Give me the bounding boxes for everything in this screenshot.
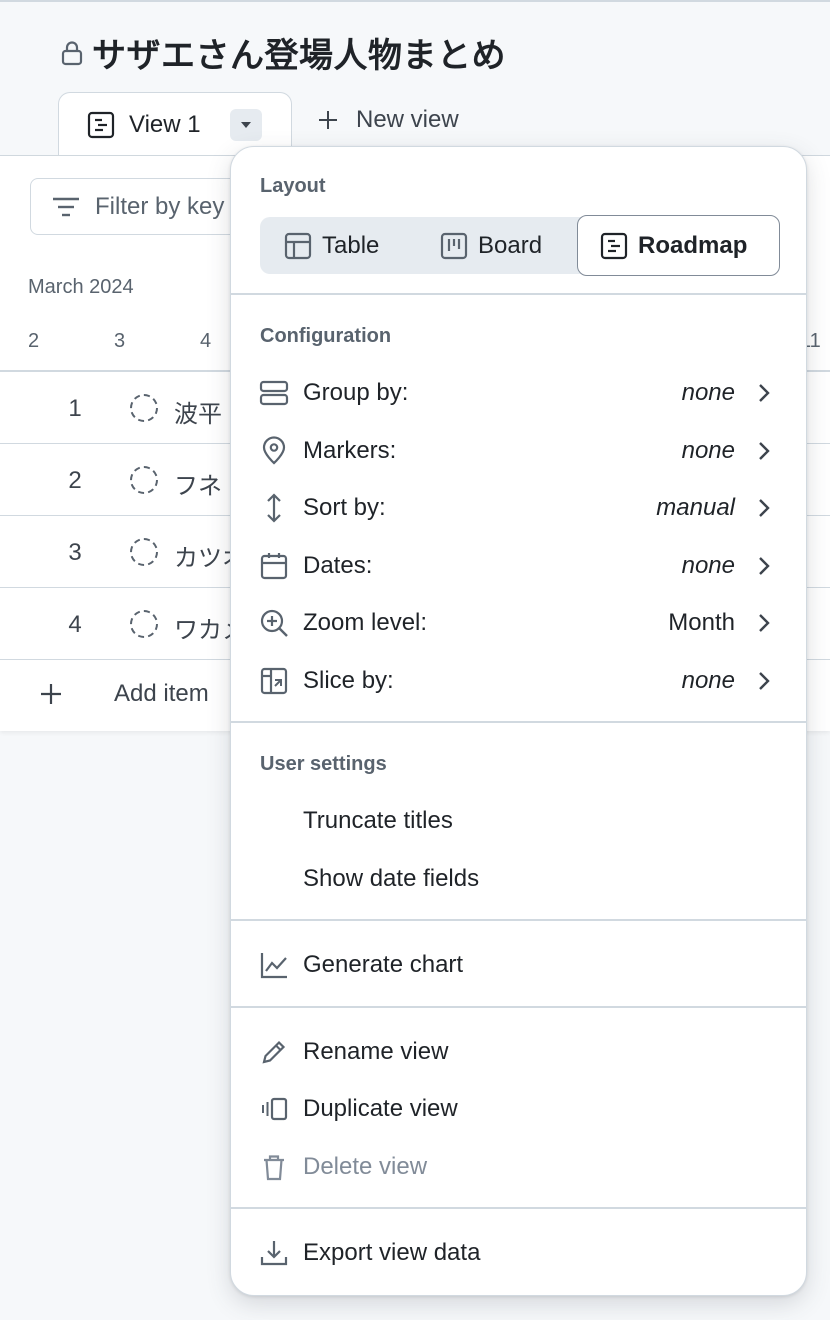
- layout-option-roadmap[interactable]: Roadmap: [577, 215, 780, 276]
- board-icon: [440, 232, 468, 259]
- layout-option-board[interactable]: Board: [440, 217, 542, 274]
- draft-status-icon: [130, 610, 158, 638]
- layout-option-label: Table: [322, 231, 380, 259]
- layout-option-label: Board: [478, 231, 543, 259]
- menu-divider: [231, 293, 806, 295]
- group-by-item[interactable]: Group by: none: [259, 371, 779, 415]
- day-label: 3: [114, 330, 126, 352]
- menu-divider: [231, 721, 806, 723]
- configuration-header: Configuration: [260, 325, 392, 347]
- slice-icon: [259, 666, 289, 696]
- trash-icon: [259, 1152, 289, 1182]
- user-settings-header: User settings: [260, 753, 387, 775]
- duplicate-icon: [259, 1094, 289, 1124]
- location-pin-icon: [259, 436, 289, 466]
- layout-option-table[interactable]: Table: [284, 217, 379, 274]
- duplicate-view-label: Duplicate view: [303, 1095, 458, 1122]
- chevron-right-icon: [759, 499, 770, 517]
- row-number: 2: [68, 467, 82, 494]
- row-title[interactable]: 波平: [174, 394, 222, 429]
- plus-icon: [41, 684, 61, 704]
- group-by-value: none: [681, 379, 735, 406]
- rows-icon: [259, 378, 289, 408]
- dates-label: Dates:: [303, 552, 373, 579]
- generate-chart-item[interactable]: Generate chart: [259, 943, 779, 987]
- slice-by-value: none: [681, 667, 735, 694]
- menu-divider: [231, 1006, 806, 1008]
- roadmap-icon: [87, 111, 115, 139]
- table-icon: [284, 232, 312, 259]
- zoom-level-value: Month: [668, 609, 735, 636]
- zoom-level-label: Zoom level:: [303, 609, 428, 636]
- new-view-label: New view: [356, 106, 459, 133]
- menu-divider: [231, 919, 806, 921]
- delete-view-item: Delete view: [259, 1145, 779, 1189]
- delete-view-label: Delete view: [303, 1153, 428, 1180]
- view-options-button[interactable]: [230, 109, 262, 141]
- day-label: 4: [200, 330, 212, 352]
- sort-by-label: Sort by:: [303, 494, 386, 521]
- rename-view-label: Rename view: [303, 1038, 449, 1065]
- filter-placeholder: Filter by key: [95, 192, 225, 220]
- slice-by-item[interactable]: Slice by: none: [259, 659, 779, 703]
- duplicate-view-item[interactable]: Duplicate view: [259, 1087, 779, 1131]
- line-chart-icon: [259, 950, 289, 980]
- row-title[interactable]: フネ: [174, 466, 222, 501]
- truncate-titles-item[interactable]: Truncate titles: [259, 799, 779, 843]
- zoom-level-item[interactable]: Zoom level: Month: [259, 601, 779, 645]
- rename-view-item[interactable]: Rename view: [259, 1030, 779, 1074]
- draft-status-icon: [130, 538, 158, 566]
- day-label: 2: [28, 330, 40, 352]
- group-by-label: Group by:: [303, 379, 409, 406]
- add-item-label: Add item: [114, 680, 209, 707]
- row-number: 4: [68, 611, 82, 638]
- row-number: 3: [68, 539, 82, 566]
- month-label: March 2024: [28, 276, 134, 298]
- zoom-in-icon: [259, 608, 289, 638]
- chevron-right-icon: [759, 614, 770, 632]
- show-date-fields-label: Show date fields: [303, 865, 480, 892]
- chevron-right-icon: [759, 557, 770, 575]
- roadmap-icon: [600, 232, 628, 259]
- draft-status-icon: [130, 466, 158, 494]
- tab-label: View 1: [129, 111, 201, 138]
- window-top-border: [0, 0, 830, 5]
- truncate-titles-label: Truncate titles: [303, 807, 453, 834]
- chevron-right-icon: [759, 384, 770, 402]
- markers-value: none: [681, 437, 735, 464]
- new-view-button[interactable]: New view: [316, 106, 459, 134]
- export-view-data-item[interactable]: Export view data: [259, 1231, 779, 1275]
- sort-arrows-icon: [259, 493, 289, 523]
- download-icon: [259, 1238, 289, 1268]
- view-options-menu: Layout Table Board Roadmap Configuration…: [230, 146, 807, 1296]
- page-title: サザエさん登場人物まとめ: [92, 36, 506, 76]
- plus-icon: [319, 111, 337, 129]
- draft-status-icon: [130, 394, 158, 422]
- sort-by-item[interactable]: Sort by: manual: [259, 486, 779, 530]
- layout-header: Layout: [260, 175, 326, 197]
- layout-option-label: Roadmap: [638, 231, 748, 259]
- lock-icon: [61, 40, 83, 65]
- add-item-button[interactable]: Add item: [38, 680, 209, 708]
- dates-value: none: [681, 552, 735, 579]
- menu-divider: [231, 1207, 806, 1209]
- layout-switcher: Table Board Roadmap: [260, 215, 780, 276]
- show-date-fields-item[interactable]: Show date fields: [259, 857, 779, 901]
- sort-by-value: manual: [656, 494, 735, 521]
- row-number: 1: [68, 395, 82, 422]
- triangle-down-icon: [241, 122, 251, 128]
- generate-chart-label: Generate chart: [303, 951, 464, 978]
- slice-by-label: Slice by:: [303, 667, 394, 694]
- filter-icon: [53, 197, 79, 216]
- export-view-data-label: Export view data: [303, 1239, 481, 1266]
- chevron-right-icon: [759, 672, 770, 690]
- dates-item[interactable]: Dates: none: [259, 544, 779, 588]
- calendar-icon: [259, 551, 289, 581]
- markers-item[interactable]: Markers: none: [259, 429, 779, 473]
- chevron-right-icon: [759, 442, 770, 460]
- pencil-icon: [259, 1037, 289, 1067]
- project-header: サザエさん登場人物まとめ: [60, 28, 506, 77]
- markers-label: Markers:: [303, 437, 397, 464]
